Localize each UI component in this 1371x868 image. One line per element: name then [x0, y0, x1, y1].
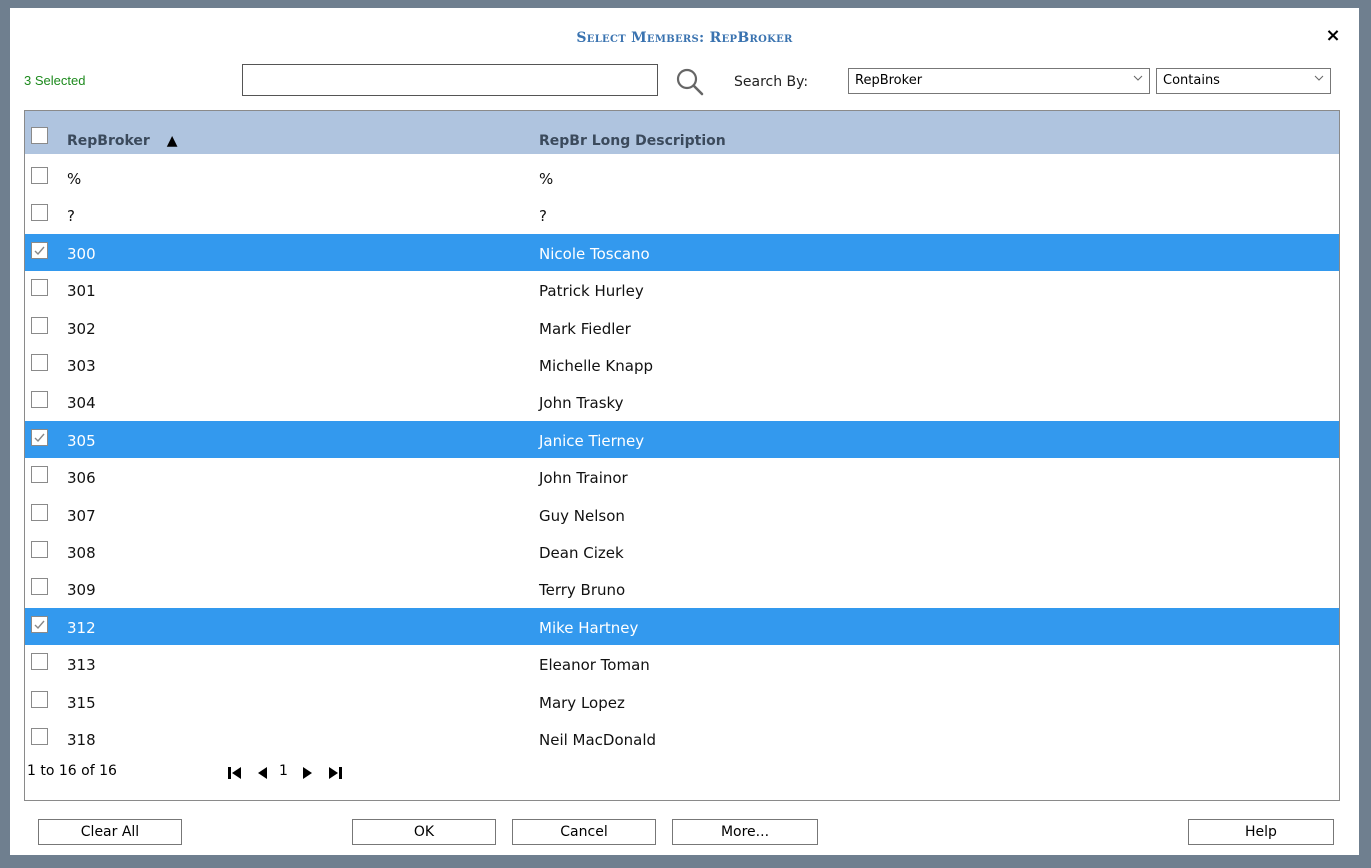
row-checkbox[interactable] — [31, 653, 48, 671]
cell-description: Janice Tierney — [539, 431, 645, 450]
table-row[interactable]: 307 Guy Nelson — [25, 496, 1339, 533]
row-checkbox[interactable] — [31, 728, 48, 745]
previous-page-icon[interactable] — [255, 765, 269, 781]
row-checkbox[interactable] — [31, 391, 48, 409]
help-button[interactable]: Help — [1188, 819, 1334, 845]
search-by-label: Search By: — [734, 74, 809, 90]
row-checkbox[interactable] — [31, 204, 48, 222]
table-row[interactable]: 315 Mary Lopez — [25, 683, 1339, 720]
first-page-icon[interactable] — [227, 765, 243, 781]
table-row[interactable]: 303 Michelle Knapp — [25, 346, 1339, 383]
cell-description: Mark Fiedler — [539, 319, 631, 338]
cell-description: Terry Bruno — [539, 581, 626, 600]
cell-repbroker: 306 — [67, 469, 96, 488]
select-members-dialog: Select Members: RepBroker × 3 Selected S… — [10, 8, 1359, 855]
row-checkbox[interactable] — [31, 541, 48, 558]
select-all-checkbox[interactable] — [31, 127, 48, 144]
row-checkbox[interactable] — [31, 690, 48, 708]
cell-description: Patrick Hurley — [539, 282, 644, 301]
sort-ascending-icon: ▲ — [166, 133, 178, 149]
row-checkbox[interactable] — [31, 241, 48, 259]
row-checkbox[interactable] — [31, 428, 48, 446]
search-field-select[interactable]: RepBroker — [848, 68, 1150, 94]
ok-button[interactable]: OK — [352, 819, 496, 845]
table-row[interactable]: 300 Nicole Toscano — [25, 233, 1339, 271]
selected-count: 3 Selected — [24, 73, 86, 88]
table-row[interactable]: %% — [25, 159, 1339, 196]
pager-summary: 1 to 16 of 16 — [27, 763, 117, 779]
cell-description: ? — [539, 207, 547, 226]
search-input[interactable] — [242, 64, 658, 96]
cell-repbroker: 301 — [67, 282, 96, 301]
cell-repbroker: 318 — [67, 731, 96, 749]
table-row[interactable]: 306 John Trainor — [25, 458, 1339, 495]
current-page: 1 — [279, 763, 288, 779]
cell-description: Mike Hartney — [539, 618, 639, 637]
column-header-description[interactable]: RepBr Long Description — [539, 133, 726, 149]
cell-repbroker: 303 — [67, 357, 96, 375]
table-row[interactable]: ?? — [25, 196, 1339, 233]
cell-description: Nicole Toscano — [539, 244, 650, 263]
cell-description: Mary Lopez — [539, 693, 625, 712]
search-operator-select[interactable]: Contains — [1156, 68, 1331, 94]
row-checkbox[interactable] — [31, 167, 48, 184]
cancel-button[interactable]: Cancel — [512, 819, 656, 845]
chevron-down-icon — [1133, 75, 1143, 81]
dialog-title: Select Members: RepBroker — [576, 30, 793, 46]
table-row[interactable]: 304 John Trasky — [25, 383, 1339, 420]
more-button[interactable]: More... — [672, 819, 818, 845]
search-field-value: RepBroker — [855, 73, 923, 88]
cell-description: Dean Cizek — [539, 544, 624, 562]
cell-description: % — [539, 170, 554, 188]
next-page-icon[interactable] — [301, 765, 315, 781]
column-header-repbroker-label: RepBroker — [67, 133, 150, 149]
cell-description: Eleanor Toman — [539, 656, 650, 675]
search-icon[interactable] — [673, 66, 707, 98]
cell-repbroker: ? — [67, 207, 75, 226]
row-checkbox[interactable] — [31, 615, 48, 633]
last-page-icon[interactable] — [327, 765, 343, 781]
cell-repbroker: 305 — [67, 431, 96, 450]
cell-repbroker: 313 — [67, 656, 96, 675]
row-checkbox[interactable] — [31, 316, 48, 334]
members-grid: RepBroker ▲ RepBr Long Description %%?? 3… — [24, 110, 1340, 801]
checkmark-icon — [34, 620, 45, 629]
table-row[interactable]: 309 Terry Bruno — [25, 570, 1339, 607]
cell-repbroker: 302 — [67, 319, 96, 338]
cell-repbroker: 315 — [67, 693, 96, 712]
table-row[interactable]: 312 Mike Hartney — [25, 607, 1339, 645]
cell-repbroker: 307 — [67, 506, 96, 525]
table-row[interactable]: 302 Mark Fiedler — [25, 309, 1339, 346]
table-row[interactable]: 318 Neil MacDonald — [25, 720, 1339, 757]
chevron-down-icon — [1314, 75, 1324, 81]
table-row[interactable]: 305 Janice Tierney — [25, 420, 1339, 458]
table-row[interactable]: 301 Patrick Hurley — [25, 271, 1339, 308]
cell-repbroker: 300 — [67, 244, 96, 263]
cell-description: Michelle Knapp — [539, 357, 654, 375]
cell-repbroker: 304 — [67, 394, 96, 413]
checkmark-icon — [34, 433, 45, 442]
table-row[interactable]: 313 Eleanor Toman — [25, 645, 1339, 682]
close-icon[interactable]: × — [1322, 24, 1344, 48]
column-header-repbroker[interactable]: RepBroker ▲ — [67, 133, 177, 149]
cell-repbroker: 312 — [67, 618, 96, 637]
search-operator-value: Contains — [1163, 73, 1220, 88]
grid-header: RepBroker ▲ RepBr Long Description — [25, 111, 1339, 154]
table-row[interactable]: 308 Dean Cizek — [25, 533, 1339, 570]
cell-repbroker: 308 — [67, 544, 96, 562]
checkmark-icon — [34, 246, 45, 255]
cell-repbroker: % — [67, 170, 82, 188]
cell-repbroker: 309 — [67, 581, 96, 600]
row-checkbox[interactable] — [31, 466, 48, 484]
clear-all-button[interactable]: Clear All — [38, 819, 182, 845]
row-checkbox[interactable] — [31, 354, 48, 371]
row-checkbox[interactable] — [31, 503, 48, 521]
row-checkbox[interactable] — [31, 279, 48, 297]
cell-description: Guy Nelson — [539, 506, 625, 525]
cell-description: Neil MacDonald — [539, 731, 657, 749]
row-checkbox[interactable] — [31, 578, 48, 596]
cell-description: John Trainor — [539, 469, 628, 488]
cell-description: John Trasky — [539, 394, 624, 413]
